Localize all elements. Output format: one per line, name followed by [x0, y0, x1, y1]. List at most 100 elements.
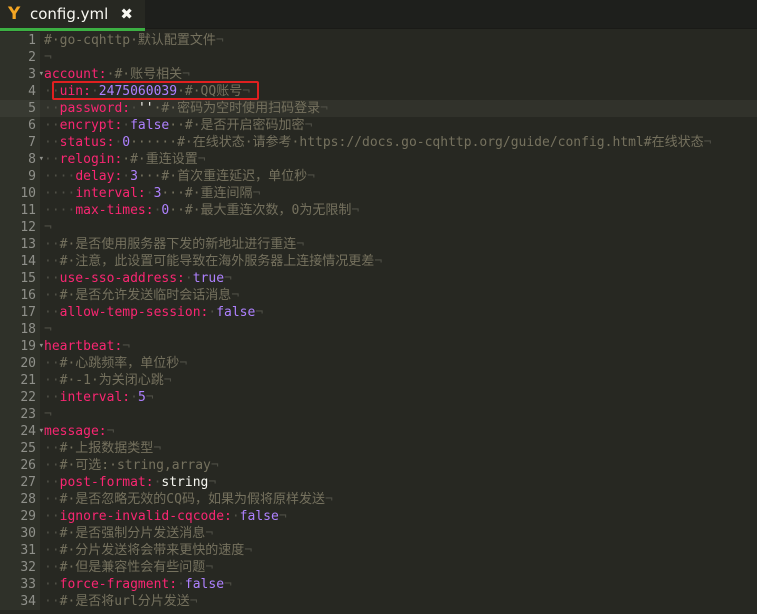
whitespace-marker: ·· [44, 288, 60, 303]
code-line[interactable]: 1 #·go-cqhttp·默认配置文件¬ [0, 32, 757, 49]
code-text: ··encrypt:·false··#·是否开启密码加密¬ [40, 117, 312, 134]
code-line[interactable]: 13 ··#·是否使用服务器下发的新地址进行重连¬ [0, 236, 757, 253]
yaml-comment: #·是否忽略无效的CQ码，如果为假将原样发送 [59, 492, 325, 507]
code-line[interactable]: 31 ··#·分片发送将会带来更快的速度¬ [0, 542, 757, 559]
code-line[interactable]: 20 ··#·心跳频率，单位秒¬ [0, 355, 757, 372]
line-number: 11 [0, 202, 40, 219]
whitespace-marker: ¬ [179, 356, 188, 371]
yaml-logo-icon: Y [8, 4, 21, 24]
yaml-key: max-times: [75, 203, 154, 218]
code-line[interactable]: 33 ··force-fragment:·false¬ [0, 576, 757, 593]
whitespace-marker: ·· [44, 441, 60, 456]
code-line[interactable]: 18 ¬ [0, 321, 757, 338]
yaml-key: post-format: [59, 475, 154, 490]
whitespace-marker: ·· [44, 475, 60, 490]
yaml-comment: #·注意，此设置可能导致在海外服务器上连接情况更差 [59, 254, 375, 269]
code-line[interactable]: 25 ··#·上报数据类型¬ [0, 440, 757, 457]
code-line[interactable]: 9 ····delay:·3···#·首次重连延迟，单位秒¬ [0, 168, 757, 185]
line-number: 21 [0, 372, 40, 389]
code-line[interactable]: 29 ··ignore-invalid-cqcode:·false¬ [0, 508, 757, 525]
whitespace-marker: · [122, 118, 131, 133]
whitespace-marker: ·· [44, 254, 60, 269]
whitespace-marker: ·· [44, 305, 60, 320]
line-number: 17 [0, 304, 40, 321]
whitespace-marker: ·· [44, 492, 60, 507]
code-line[interactable]: 19 ▾ heartbeat:¬ [0, 338, 757, 355]
code-line[interactable]: 11 ····max-times:·0··#·最大重连次数，0为无限制¬ [0, 202, 757, 219]
close-icon[interactable]: ✖ [120, 5, 133, 23]
whitespace-marker: ¬ [351, 203, 360, 218]
code-line[interactable]: 17 ··allow-temp-session:·false¬ [0, 304, 757, 321]
line-number: 31 [0, 542, 40, 559]
whitespace-marker: · [122, 169, 131, 184]
yaml-comment: ·#·重连设置 [122, 152, 198, 167]
code-line[interactable]: 26 ··#·可选:·string,array¬ [0, 457, 757, 474]
code-text: ··#·上报数据类型¬ [40, 440, 161, 457]
whitespace-marker: ¬ [278, 509, 287, 524]
yaml-value: false [239, 509, 279, 524]
code-text: ··#·可选:·string,array¬ [40, 457, 219, 474]
yaml-value: 3 [130, 169, 138, 184]
whitespace-marker: ·· [44, 271, 60, 286]
line-number: 3 ▾ [0, 66, 44, 83]
tab-config-yml[interactable]: Y config.yml ✖ [0, 0, 145, 31]
code-line[interactable]: 8 ▾ ··relogin:·#·重连设置¬ [0, 151, 757, 168]
code-text: message:¬ [40, 423, 114, 440]
code-text: ··#·是否使用服务器下发的新地址进行重连¬ [40, 236, 304, 253]
yaml-comment: #·是否将url分片发送 [59, 594, 190, 609]
code-text: account:·#·账号相关¬ [40, 66, 190, 83]
whitespace-marker: ·· [44, 560, 60, 575]
code-line[interactable]: 7 ··status:·0······#·在线状态·请参考·https://doc… [0, 134, 757, 151]
code-line[interactable]: 14 ··#·注意，此设置可能导致在海外服务器上连接情况更差¬ [0, 253, 757, 270]
line-number: 13 [0, 236, 40, 253]
code-line[interactable]: 21 ··#·-1·为关闭心跳¬ [0, 372, 757, 389]
fold-arrow-icon[interactable]: ▾ [39, 151, 44, 168]
yaml-key: use-sso-address: [59, 271, 185, 286]
yaml-key: status: [59, 135, 115, 150]
code-line[interactable]: 10 ····interval:·3···#·重连间隔¬ [0, 185, 757, 202]
fold-arrow-icon[interactable]: ▾ [39, 423, 44, 440]
code-line[interactable]: 34 ··#·是否将url分片发送¬ [0, 593, 757, 610]
whitespace-marker: ·· [44, 237, 60, 252]
code-line[interactable]: 6 ··encrypt:·false··#·是否开启密码加密¬ [0, 117, 757, 134]
whitespace-marker: ¬ [163, 373, 172, 388]
code-line[interactable]: 2 ¬ [0, 49, 757, 66]
code-text: ··ignore-invalid-cqcode:·false¬ [40, 508, 287, 525]
line-number: 20 [0, 355, 40, 372]
code-text: ··#·是否允许发送临时会话消息¬ [40, 287, 239, 304]
fold-arrow-icon[interactable]: ▾ [39, 66, 44, 83]
code-line[interactable]: 3 ▾ account:·#·账号相关¬ [0, 66, 757, 83]
yaml-key: message: [44, 424, 107, 439]
whitespace-marker: ¬ [145, 390, 154, 405]
code-line[interactable]: 15 ··use-sso-address:·true¬ [0, 270, 757, 287]
code-line[interactable]: 4 ··uin:·2475060039·#·QQ账号¬ [0, 83, 757, 100]
whitespace-marker: ¬ [231, 288, 240, 303]
whitespace-marker: ·· [44, 509, 60, 524]
code-text: ··#·是否强制分片发送消息¬ [40, 525, 213, 542]
code-text: ··#·注意，此设置可能导致在海外服务器上连接情况更差¬ [40, 253, 382, 270]
code-line[interactable]: 27 ··post-format:·string¬ [0, 474, 757, 491]
whitespace-marker: ···· [44, 169, 76, 184]
yaml-key: encrypt: [59, 118, 123, 133]
code-line[interactable]: 32 ··#·但是兼容性会有些问题¬ [0, 559, 757, 576]
code-line[interactable]: 16 ··#·是否允许发送临时会话消息¬ [0, 287, 757, 304]
line-number: 12 [0, 219, 40, 236]
whitespace-marker: ¬ [210, 458, 219, 473]
code-text: ¬ [40, 219, 52, 236]
yaml-comment: #·上报数据类型 [59, 441, 154, 456]
code-line[interactable]: 12 ¬ [0, 219, 757, 236]
line-number: 24 ▾ [0, 423, 44, 440]
code-text: ··status:·0······#·在线状态·请参考·https://docs… [40, 134, 711, 151]
code-line[interactable]: 22 ··interval:·5¬ [0, 389, 757, 406]
whitespace-marker: ¬ [374, 254, 383, 269]
whitespace-marker: ·· [44, 101, 60, 116]
code-line[interactable]: 28 ··#·是否忽略无效的CQ码，如果为假将原样发送¬ [0, 491, 757, 508]
code-line[interactable]: 30 ··#·是否强制分片发送消息¬ [0, 525, 757, 542]
yaml-value: 2475060039 [98, 84, 178, 99]
fold-arrow-icon[interactable]: ▾ [39, 338, 44, 355]
code-line[interactable]: 24 ▾ message:¬ [0, 423, 757, 440]
code-line[interactable]: 23 ¬ [0, 406, 757, 423]
code-line[interactable]: 5 ··password:·''·#·密码为空时使用扫码登录¬ [0, 100, 757, 117]
whitespace-marker: ·· [44, 577, 60, 592]
code-editor[interactable]: 1 #·go-cqhttp·默认配置文件¬ 2 ¬ 3 ▾ account:·#·账号相关¬… [0, 32, 757, 614]
